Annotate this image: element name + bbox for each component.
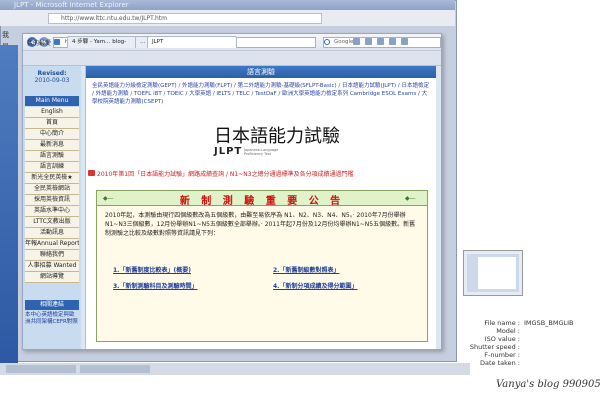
menu-item-events[interactable]: 活動訊息 (25, 228, 79, 239)
info-row: File name : IMGSB_BMGLIB (467, 319, 592, 327)
menu-item-annual-report[interactable]: 年報Annual Report (25, 239, 79, 250)
notice-link-text[interactable]: 2010年第1回「日本語能力試驗」網路成績查詢 / N1~N3之總分通過標準及各… (88, 171, 354, 178)
link-test-subjects[interactable]: 3.「新制測驗科目及測驗時間」 (113, 281, 197, 290)
revised-label: Revised: (37, 70, 67, 77)
background-window-title: JLPT - Microsoft Internet Explorer (14, 1, 129, 9)
feed-icon[interactable] (365, 38, 372, 45)
test-links[interactable]: 全民英語能力分級檢定測驗(GEPT) / 外語能力測驗(FLPT) / 第二外語… (92, 82, 432, 106)
menu-item-gept-new[interactable]: 新光全民英檢★ (25, 173, 79, 184)
menu-item-gept-adopt[interactable]: 採用英檢資訊 (25, 195, 79, 206)
left-menu-column: Revised: 2010-09-03 Main Menu English 首頁… (23, 66, 81, 349)
thumbnail (463, 250, 523, 296)
revised-date: 2010-09-03 (34, 77, 70, 84)
notice-link[interactable]: 2010年第1回「日本語能力試驗」網路成績查詢 / N1~N3之總分通過標準及各… (88, 169, 434, 178)
menu-item-english-center[interactable]: 英語水準中心 (25, 206, 79, 217)
jlpt-logo-chinese: 日本語能力試驗 (214, 126, 340, 147)
related-links-header: 相關連結 (25, 300, 79, 310)
print-icon[interactable] (377, 38, 384, 45)
background-favorites-label: 我 (2, 31, 9, 39)
info-row: Model : (467, 327, 592, 335)
page-menu-icon[interactable] (389, 38, 396, 45)
info-row: Date taken : (467, 359, 592, 367)
info-value: IMGSB_BMGLIB (524, 319, 574, 327)
tools-icon[interactable] (401, 38, 408, 45)
menu-item-wanted[interactable]: 人事招募 Wanted (25, 261, 79, 272)
link-score-range[interactable]: 4.「新制分項成績及得分範圍」 (273, 281, 357, 290)
browser-window: ◀ ▶ http://www.lttc.ntu.edu.tw/JLPT.htm … (22, 33, 442, 350)
page-favicon-icon (54, 39, 60, 45)
background-address-bar[interactable]: http://www.lttc.ntu.edu.tw/JLPT.htm (48, 13, 322, 24)
web-page: Revised: 2010-09-03 Main Menu English 首頁… (23, 66, 441, 349)
menu-item-gept-site[interactable]: 全民英檢網站 (25, 184, 79, 195)
menu-item-about[interactable]: 中心簡介 (25, 129, 79, 140)
taskbar-item-1[interactable] (6, 365, 76, 373)
toolbar-right (353, 38, 437, 45)
announcement-box: ◆— ◆— 新 制 測 驗 重 要 公 告 2010年起，本測驗由現行四個級數改… (96, 190, 428, 342)
info-key: File name : (484, 319, 520, 327)
menu-item-training[interactable]: 語言訓練 (25, 162, 79, 173)
menu-item-home[interactable]: 首頁 (25, 118, 79, 129)
link-level-table[interactable]: 2.「新舊制級數對照表」 (273, 265, 339, 274)
tab-bar (23, 51, 441, 66)
info-key: Date taken : (479, 359, 520, 367)
taskbar-item-2[interactable] (80, 365, 150, 373)
menu-item-contact[interactable]: 聯絡我們 (25, 250, 79, 261)
info-row: F-number : (467, 351, 592, 359)
desktop-sidebar-strip (0, 45, 18, 365)
tab-jlpt[interactable]: JLPT (147, 36, 237, 48)
main-content: 語言測驗 全民英語能力分級檢定測驗(GEPT) / 外語能力測驗(FLPT) /… (85, 66, 436, 349)
thumbnail-window (478, 257, 516, 289)
blog-signature: Vanya's blog 990905 (496, 379, 600, 390)
info-row: Shutter speed : (467, 343, 592, 351)
menu-item-news[interactable]: 最新消息 (25, 140, 79, 151)
link-comparison-table[interactable]: 1.「新舊制度比較表」(概要) (113, 265, 191, 274)
info-key: ISO value : (484, 335, 520, 343)
menu-item-sitemap[interactable]: 網站導覽 (25, 272, 79, 283)
tab-yam-blog[interactable]: 4 步驟 - Yam… blog- (67, 36, 141, 48)
info-key: F-number : (484, 351, 520, 359)
jlpt-logo-subtitle: Japanese-Language Proficiency Test (244, 148, 279, 156)
section-title: 語言測驗 (86, 66, 436, 78)
info-key: Shutter speed : (469, 343, 520, 351)
photo-info: File name : IMGSB_BMGLIB Model : ISO valu… (467, 319, 592, 367)
revised-box: Revised: 2010-09-03 (25, 70, 79, 92)
announcement-body: 2010年起，本測驗由現行四個級數改為五個級數，由難至易依序為 N1、N2、N3… (105, 212, 416, 237)
menu-item-publishing[interactable]: LTTC文教出版 (25, 217, 79, 228)
home-icon[interactable] (353, 38, 360, 45)
announcement-title: 新 制 測 驗 重 要 公 告 (179, 196, 345, 207)
menu-item-english[interactable]: English (25, 107, 79, 118)
info-row: ISO value : (467, 335, 592, 343)
related-link-cefr[interactable]: 本中心英語檢定與歐洲共同架構CEFR對照 (25, 312, 79, 326)
info-key: Model : (496, 327, 520, 335)
main-menu-header: Main Menu (25, 96, 79, 106)
search-icon[interactable] (324, 39, 330, 45)
favorites-label[interactable]: 我的最愛 (27, 38, 51, 47)
jlpt-logo: JLPT (214, 146, 243, 157)
menu-item-testing[interactable]: 語言測驗 (25, 151, 79, 162)
